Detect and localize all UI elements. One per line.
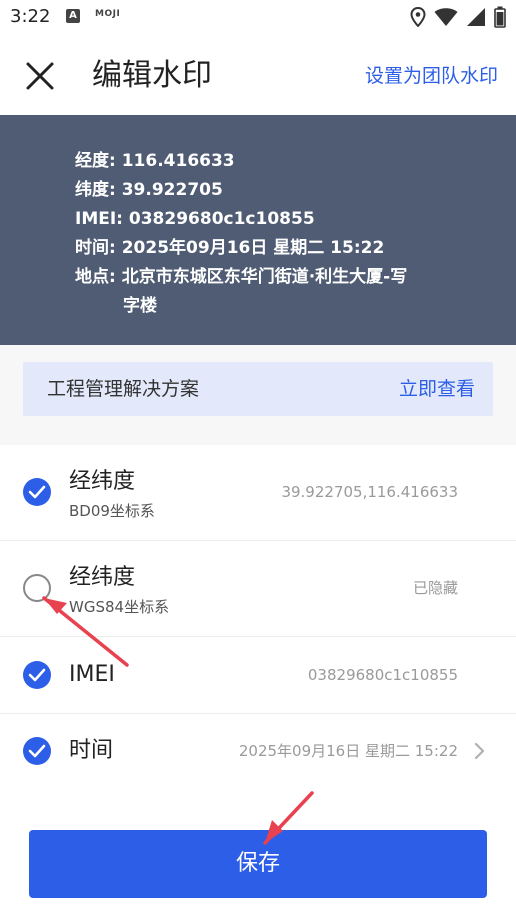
promo-banner[interactable]: 工程管理解决方案 立即查看 — [23, 362, 493, 416]
wifi-icon — [434, 8, 458, 26]
save-button[interactable]: 保存 — [29, 830, 487, 898]
promo-view-now-link[interactable]: 立即查看 — [399, 376, 475, 402]
field-value: 03829680c1c10855 — [307, 666, 458, 684]
watermark-preview: 经度: 116.416633 纬度: 39.922705 IMEI: 03829… — [0, 115, 516, 345]
status-bar: 3:22 A MOJI — [0, 0, 516, 36]
field-title: 经纬度 — [69, 565, 136, 590]
check-icon — [28, 744, 46, 758]
chevron-right-icon[interactable] — [472, 741, 488, 761]
status-time: 3:22 — [10, 6, 51, 27]
field-subtitle: WGS84坐标系 — [69, 598, 170, 616]
moji-notification-icon: MOJI — [95, 9, 121, 19]
check-icon — [28, 485, 46, 499]
checkbox-checked[interactable] — [23, 478, 51, 506]
location-icon — [410, 7, 426, 27]
field-title: 时间 — [69, 738, 114, 763]
field-subtitle: BD09坐标系 — [69, 502, 155, 520]
watermark-line-longitude: 经度: 116.416633 — [75, 151, 235, 171]
field-value: 39.922705,116.416633 — [281, 483, 458, 501]
page-title: 编辑水印 — [92, 58, 212, 93]
nav-bar: 编辑水印 设置为团队水印 — [0, 36, 516, 116]
checkbox-unchecked[interactable] — [23, 574, 51, 602]
set-team-watermark-link[interactable]: 设置为团队水印 — [365, 62, 498, 90]
watermark-line-latitude: 纬度: 39.922705 — [75, 180, 223, 200]
field-row-latlng-bd09[interactable]: 经纬度 BD09坐标系 39.922705,116.416633 — [0, 445, 516, 541]
close-icon — [26, 62, 54, 90]
watermark-line-time: 时间: 2025年09月16日 星期二 15:22 — [75, 238, 385, 258]
watermark-line-location-cont: 字楼 — [123, 296, 157, 316]
watermark-line-location: 地点: 北京市东城区东华门街道·利生大厦-写 — [75, 267, 408, 287]
field-value: 已隐藏 — [412, 579, 458, 597]
close-button[interactable] — [20, 56, 60, 96]
signal-icon — [467, 8, 485, 26]
checkbox-checked[interactable] — [23, 737, 51, 765]
watermark-line-imei: IMEI: 03829680c1c10855 — [75, 209, 315, 229]
field-row-imei[interactable]: IMEI 03829680c1c10855 — [0, 637, 516, 714]
field-title: IMEI — [69, 662, 115, 687]
promo-text: 工程管理解决方案 — [47, 378, 200, 400]
field-title: 经纬度 — [69, 469, 136, 494]
field-row-latlng-wgs84[interactable]: 经纬度 WGS84坐标系 已隐藏 — [0, 541, 516, 637]
app-notification-icon: A — [66, 9, 80, 23]
check-icon — [28, 668, 46, 682]
status-icons — [410, 6, 506, 28]
battery-icon — [494, 6, 506, 28]
field-value: 2025年09月16日 星期二 15:22 — [238, 742, 458, 760]
field-row-time[interactable]: 时间 2025年09月16日 星期二 15:22 — [0, 714, 516, 791]
checkbox-checked[interactable] — [23, 661, 51, 689]
